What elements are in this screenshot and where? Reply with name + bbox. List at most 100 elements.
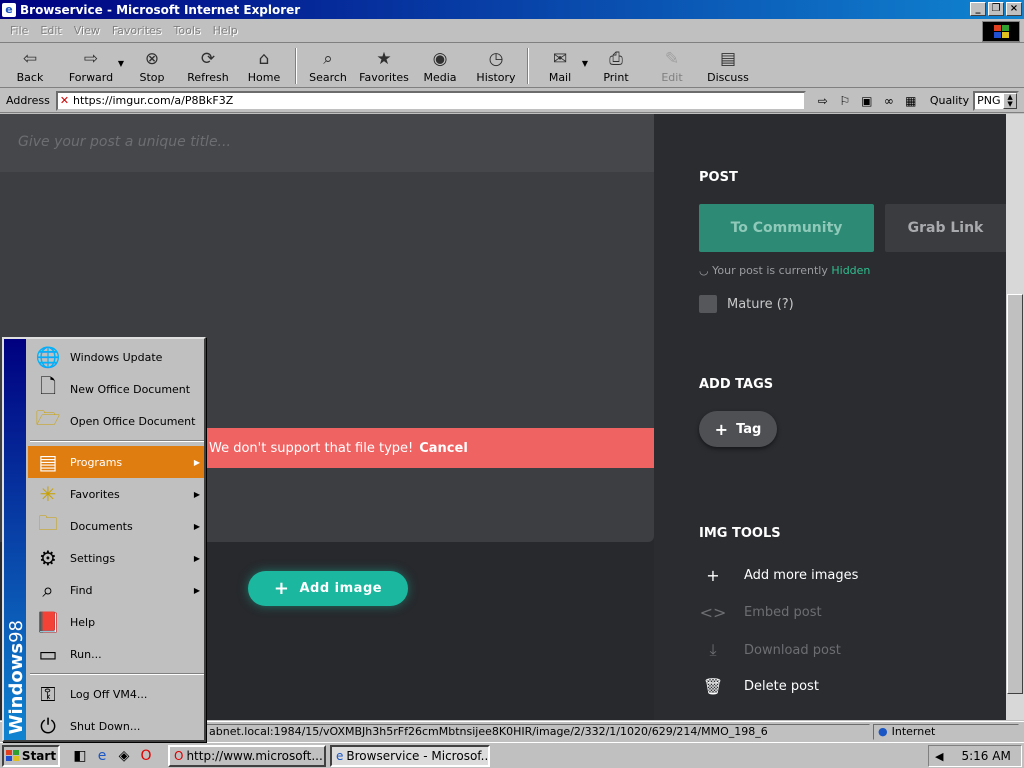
checkbox-box[interactable] [699, 295, 717, 313]
history-icon: ◷ [488, 49, 504, 69]
address-input[interactable]: ✕ https://imgur.com/a/P8BkF3Z [55, 90, 806, 111]
ie-quicklaunch-icon[interactable]: e [94, 748, 110, 764]
add-tag-button[interactable]: + Tag [699, 411, 777, 447]
error-cancel-link[interactable]: Cancel [419, 441, 468, 456]
menu-file[interactable]: File [10, 24, 28, 37]
mature-checkbox[interactable]: Mature (?) [699, 295, 794, 313]
search-icon: ⌕ [323, 49, 333, 69]
download-icon: ⤓ [709, 640, 717, 659]
task-microsoft[interactable]: O http://www.microsoft... [168, 744, 326, 767]
mail-button[interactable]: ✉ Mail ▼ [532, 45, 588, 87]
submenu-arrow-icon: ▶ [193, 489, 200, 499]
plus-icon: + [273, 578, 290, 599]
menu-view[interactable]: View [74, 24, 100, 37]
opera-icon[interactable]: O [138, 748, 154, 764]
back-button[interactable]: ⇦ Back [2, 45, 58, 87]
media-icon: ◉ [432, 49, 448, 69]
channels-icon[interactable]: ◈ [116, 748, 132, 764]
system-tray: ◀ 5:16 AM [928, 745, 1022, 767]
add-image-button[interactable]: + Add image [248, 571, 408, 606]
discuss-button[interactable]: ▤ Discuss [700, 45, 756, 87]
start-programs[interactable]: ▤ Programs ▶ [28, 446, 204, 478]
page-scrollbar[interactable] [1006, 114, 1024, 720]
add-more-images-tool[interactable]: + Add more images [699, 566, 858, 585]
start-menu-banner: Windows98 [4, 339, 27, 740]
start-log-off[interactable]: ⚿ Log Off VM4... [28, 678, 204, 710]
clock[interactable]: 5:16 AM [961, 749, 1010, 763]
start-shut-down[interactable]: ⏻ Shut Down... [28, 710, 204, 742]
favorites-icon: ★ [376, 49, 392, 69]
start-button[interactable]: Start [2, 744, 60, 767]
refresh-button[interactable]: ⟳ Refresh [180, 45, 236, 87]
scrollbar-thumb[interactable] [1007, 294, 1023, 694]
forward-button[interactable]: ⇨ Forward ▼ [58, 45, 124, 87]
menu-tools[interactable]: Tools [174, 24, 201, 37]
taskbar: Start ◧ e ◈ O O http://www.microsoft... … [0, 742, 1024, 768]
favorites-folder-icon: ✳ [39, 482, 57, 506]
post-heading: POST [699, 170, 738, 185]
home-button[interactable]: ⌂ Home [236, 45, 292, 87]
minimize-button[interactable]: _ [970, 2, 986, 16]
start-find[interactable]: ⌕ Find ▶ [28, 574, 204, 606]
documents-folder-icon: 🗀 [38, 511, 58, 535]
go-arrow-icon[interactable]: ⇨ [814, 94, 832, 108]
close-button[interactable]: × [1006, 2, 1022, 16]
favorites-button[interactable]: ★ Favorites [356, 45, 412, 87]
start-windows-update[interactable]: 🌐 Windows Update [28, 341, 204, 373]
grab-link-button[interactable]: Grab Link [885, 204, 1006, 252]
binoculars-icon[interactable]: ∞ [880, 94, 898, 108]
print-button[interactable]: ⎙ Print [588, 45, 644, 87]
stop-icon: ⊗ [144, 49, 160, 69]
start-run[interactable]: ▭ Run... [28, 638, 204, 670]
media-button[interactable]: ◉ Media [412, 45, 468, 87]
status-url: abnet.local:1984/15/vOXMBJh3h5rFf26cmMbt… [206, 724, 870, 740]
tags-heading: ADD TAGS [699, 377, 774, 392]
edit-button[interactable]: ✎ Edit [644, 45, 700, 87]
find-icon[interactable]: ▣ [858, 94, 876, 108]
plus-icon: + [706, 566, 720, 585]
delete-post-tool[interactable]: 🗑 Delete post [699, 677, 819, 696]
new-document-icon: 🗋 [39, 374, 57, 398]
quality-select[interactable]: PNG ▲ ▼ [973, 90, 1020, 111]
forward-arrow-icon: ⇨ [83, 49, 99, 69]
post-sidebar: POST To Community Grab Link ◡ Your post … [654, 114, 1006, 720]
search-button[interactable]: ⌕ Search [300, 45, 356, 87]
restore-button[interactable]: ❐ [988, 2, 1004, 16]
error-text: We don't support that file type! [209, 440, 414, 456]
history-button[interactable]: ◷ History [468, 45, 524, 87]
img-tools-heading: IMG TOOLS [699, 526, 781, 541]
quality-control: Quality PNG ▲ ▼ [930, 90, 1020, 111]
clipboard-icon[interactable]: ▦ [902, 94, 920, 108]
embed-post-tool[interactable]: <> Embed post [699, 603, 822, 622]
spinner-icon[interactable]: ▲ ▼ [1003, 92, 1018, 109]
menu-edit[interactable]: Edit [40, 24, 61, 37]
download-post-tool[interactable]: ⤓ Download post [699, 640, 840, 660]
start-new-office-document[interactable]: 🗋 New Office Document [28, 373, 204, 405]
start-help[interactable]: 📕 Help [28, 606, 204, 638]
globe-icon: ● [878, 725, 888, 738]
toolbar-separator [295, 48, 297, 84]
visibility-value[interactable]: Hidden [831, 264, 870, 277]
show-desktop-icon[interactable]: ◧ [72, 748, 88, 764]
start-documents[interactable]: 🗀 Documents ▶ [28, 510, 204, 542]
security-zone: ● Internet [873, 724, 1019, 740]
start-favorites[interactable]: ✳ Favorites ▶ [28, 478, 204, 510]
code-icon: <> [699, 603, 727, 622]
volume-icon[interactable]: ◀ [935, 750, 943, 763]
menu-favorites[interactable]: Favorites [112, 24, 162, 37]
stop-button[interactable]: ⊗ Stop [124, 45, 180, 87]
ie-icon: e [336, 748, 344, 763]
window-title: Browservice - Microsoft Internet Explore… [20, 2, 301, 17]
to-community-button[interactable]: To Community [699, 204, 874, 252]
task-browservice[interactable]: e Browservice - Microsof... [330, 744, 490, 767]
address-bar: Address ✕ https://imgur.com/a/P8BkF3Z ⇨ … [0, 89, 1024, 113]
start-open-office-document[interactable]: 🗁 Open Office Document [28, 405, 204, 437]
menu-help[interactable]: Help [213, 24, 238, 37]
submenu-arrow-icon: ▶ [193, 457, 200, 467]
start-settings[interactable]: ⚙ Settings ▶ [28, 542, 204, 574]
open-folder-icon: 🗁 [35, 406, 61, 430]
visibility-status: ◡ Your post is currently Hidden [699, 264, 871, 277]
post-title-input[interactable]: Give your post a unique title... [0, 114, 654, 172]
bookmark-icon[interactable]: ⚐ [836, 94, 854, 108]
quick-launch: ◧ e ◈ O [72, 748, 154, 764]
